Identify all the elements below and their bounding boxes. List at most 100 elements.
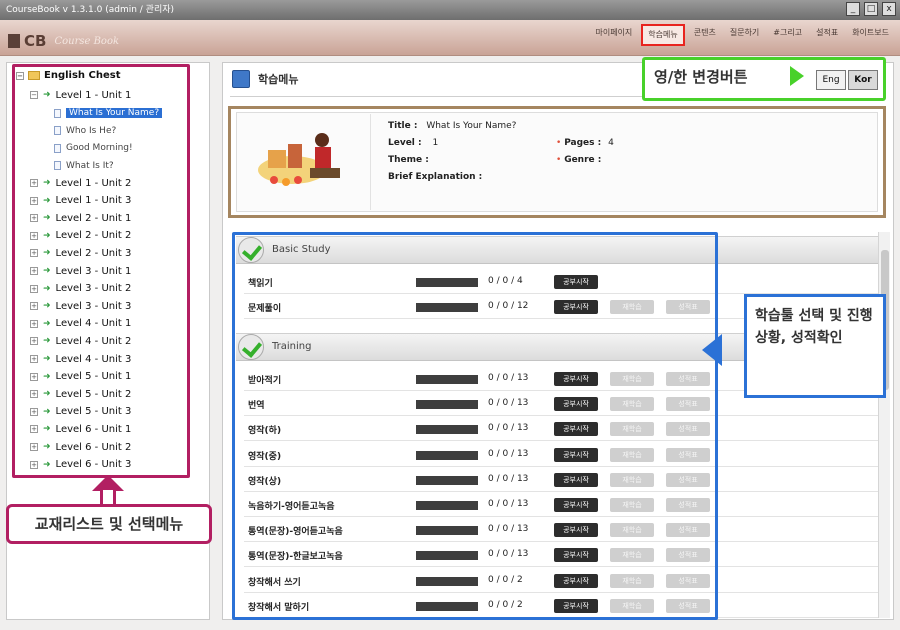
tree-unit-item[interactable]: + ➜ Level 5 - Unit 3 [30,405,131,419]
info-level-row: Level : 1 [388,138,438,148]
page-title: 학습메뉴 [258,73,299,86]
tree-unit-item[interactable]: + ➜ Level 2 - Unit 1 [30,211,131,225]
maximize-button[interactable]: □ [864,2,878,16]
tree-lesson-item[interactable]: Good Morning! [54,141,133,155]
tree-unit-label: Level 3 - Unit 2 [55,283,132,295]
tree-unit-item[interactable]: + ➜ Level 3 - Unit 2 [30,282,131,296]
tree-unit-item[interactable]: + ➜ Level 2 - Unit 3 [30,246,131,260]
info-genre-row: • Genre : [556,155,602,165]
tree-lesson-item[interactable]: Who Is He? [54,124,116,138]
tree-unit-item[interactable]: + ➜ Level 1 - Unit 3 [30,194,131,208]
expand-icon[interactable]: + [30,407,38,416]
tree-unit-item[interactable]: + ➜ Level 3 - Unit 1 [30,264,131,278]
info-brief-row: Brief Explanation : [388,172,482,182]
nav-item-0[interactable]: 마이페이지 [590,24,637,46]
expand-icon[interactable]: + [30,231,38,240]
tree-unit-label: Level 5 - Unit 3 [55,406,132,418]
brief-label: Brief Explanation : [388,172,483,182]
app-header: CB Course Book 마이페이지 학습메뉴 콘텐츠 질문하기 #그리고 설적표 화이… [0,20,900,56]
expand-icon[interactable]: + [30,390,38,399]
tree-root-label: English Chest [44,70,121,81]
expand-icon[interactable]: + [30,179,38,187]
tree-lesson-item[interactable]: What Is Your Name? [54,106,163,120]
tree-unit-item[interactable]: + ➜ Level 6 - Unit 3 [30,458,131,472]
tree-unit-item[interactable]: + ➜ Level 6 - Unit 1 [30,422,131,436]
page-icon [54,126,61,135]
tree-lesson-label: Good Morning! [66,143,133,153]
window-controls: _ □ x [846,2,896,16]
tree-lesson-label: Who Is He? [66,125,117,136]
arrow-icon: ➜ [43,459,51,470]
arrow-icon: ➜ [43,371,51,382]
info-pages-row: • Pages : 4 [556,138,614,148]
arrow-icon: ➜ [43,301,51,312]
expand-icon[interactable]: + [30,319,38,328]
tree-lesson-label: What Is It? [66,160,114,171]
study-callout: 학습툴 선택 및 진행상황, 성적확인 [744,294,886,398]
arrow-icon: ➜ [43,283,51,294]
nav-item-6[interactable]: 화이트보드 [847,24,894,46]
expand-icon[interactable]: + [30,443,38,451]
tree-unit-item[interactable]: + ➜ Level 5 - Unit 1 [30,370,131,384]
up-arrow-stem [100,490,116,504]
nav-item-1[interactable]: 학습메뉴 [641,24,685,46]
tree-lesson-label: What Is Your Name? [66,108,163,118]
level-label: Level : [388,138,422,148]
expand-icon[interactable]: + [30,372,38,381]
minimize-button[interactable]: _ [846,2,860,16]
tree-unit-label: Level 1 - Unit 3 [55,195,132,207]
expand-icon[interactable]: + [30,214,38,223]
expand-icon[interactable]: + [30,249,38,258]
arrow-icon: ➜ [43,318,51,329]
book-cover-image [252,122,352,192]
pages-value: 4 [608,138,614,148]
arrow-icon: ➜ [43,195,51,206]
content-scrollbar[interactable] [878,232,890,618]
tree-unit-item[interactable]: + ➜ Level 2 - Unit 2 [30,229,131,243]
english-language-button[interactable]: Eng [816,70,846,90]
arrow-icon: ➜ [43,406,51,417]
tree-unit-item[interactable]: + ➜ Level 4 - Unit 3 [30,352,131,366]
content-header: 학습메뉴 [232,70,298,88]
title-label: Title : [388,121,418,131]
korean-language-button[interactable]: Kor [848,70,878,90]
collapse-icon[interactable]: − [30,91,38,99]
tree-unit-item[interactable]: + ➜ Level 1 - Unit 2 [30,176,131,190]
nav-item-4[interactable]: #그리고 [768,24,807,46]
right-arrow-icon [790,66,804,86]
nav-item-5[interactable]: 설적표 [811,24,843,46]
folder-icon [28,71,40,80]
tree-unit-label: Level 4 - Unit 2 [55,335,132,347]
expand-icon[interactable]: + [30,337,38,346]
expand-icon[interactable]: + [30,425,38,434]
language-callout-text: 영/한 변경버튼 [654,68,748,86]
study-menu-icon [232,70,250,88]
tree-unit-item[interactable]: + ➜ Level 4 - Unit 2 [30,334,131,348]
page-icon [54,161,61,170]
theme-label: Theme : [388,155,429,165]
expand-icon[interactable]: + [30,284,38,293]
tree-root[interactable]: − English Chest [16,70,121,81]
expand-icon[interactable]: + [30,302,38,311]
expand-icon[interactable]: + [30,355,38,363]
tree-lesson-item[interactable]: What Is It? [54,159,114,173]
arrow-icon: ➜ [43,424,51,435]
tree-unit-item[interactable]: + ➜ Level 6 - Unit 2 [30,440,131,454]
tree-unit-label: Level 6 - Unit 3 [55,459,132,471]
tree-unit-label: Level 6 - Unit 2 [55,441,132,453]
tree-unit-item[interactable]: + ➜ Level 5 - Unit 2 [30,387,131,401]
up-arrow-icon [92,475,124,491]
nav-item-2[interactable]: 콘텐츠 [689,24,721,46]
nav-item-3[interactable]: 질문하기 [725,24,764,46]
collapse-icon[interactable]: − [16,71,24,80]
tree-unit-item[interactable]: + ➜ Level 3 - Unit 3 [30,299,131,313]
expand-icon[interactable]: + [30,196,38,205]
tree-unit-item[interactable]: + ➜ Level 4 - Unit 1 [30,317,131,331]
tree-unit-label: Level 4 - Unit 3 [55,353,132,365]
arrow-icon: ➜ [43,230,51,241]
close-button[interactable]: x [882,2,896,16]
expand-icon[interactable]: + [30,460,38,469]
window-title: CourseBook v 1.3.1.0 (admin / 관리자) [6,5,175,15]
tree-unit-expanded[interactable]: − ➜ Level 1 - Unit 1 [30,88,131,102]
expand-icon[interactable]: + [30,267,38,275]
